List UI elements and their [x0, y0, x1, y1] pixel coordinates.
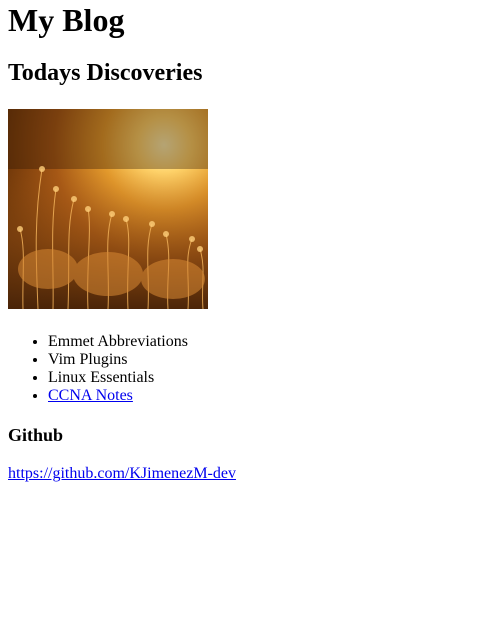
grass-illustration	[8, 109, 208, 309]
list-item: Vim Plugins	[48, 351, 494, 369]
page-title: My Blog	[8, 2, 125, 38]
list-item: CCNA Notes	[48, 387, 494, 405]
github-paragraph: https://github.com/KJimenezM-dev	[8, 465, 494, 483]
list-item-label: Emmet Abbreviations	[48, 333, 188, 350]
github-link[interactable]: https://github.com/KJimenezM-dev	[8, 465, 236, 482]
section-heading: Todays Discoveries	[8, 60, 203, 86]
page-root: My Blog Todays Discoveries • Emmet Abbre…	[0, 0, 502, 483]
list-item: Emmet Abbreviations	[48, 333, 494, 351]
github-heading: Github	[8, 425, 64, 445]
list-item-label: Vim Plugins	[48, 351, 128, 368]
list-item: Linux Essentials	[48, 369, 494, 387]
ccna-notes-link[interactable]: CCNA Notes	[48, 387, 133, 404]
list-item-label: Linux Essentials	[48, 369, 155, 386]
hero-image	[8, 109, 208, 309]
discoveries-list: Emmet Abbreviations Vim Plugins Linux Es…	[8, 333, 494, 405]
